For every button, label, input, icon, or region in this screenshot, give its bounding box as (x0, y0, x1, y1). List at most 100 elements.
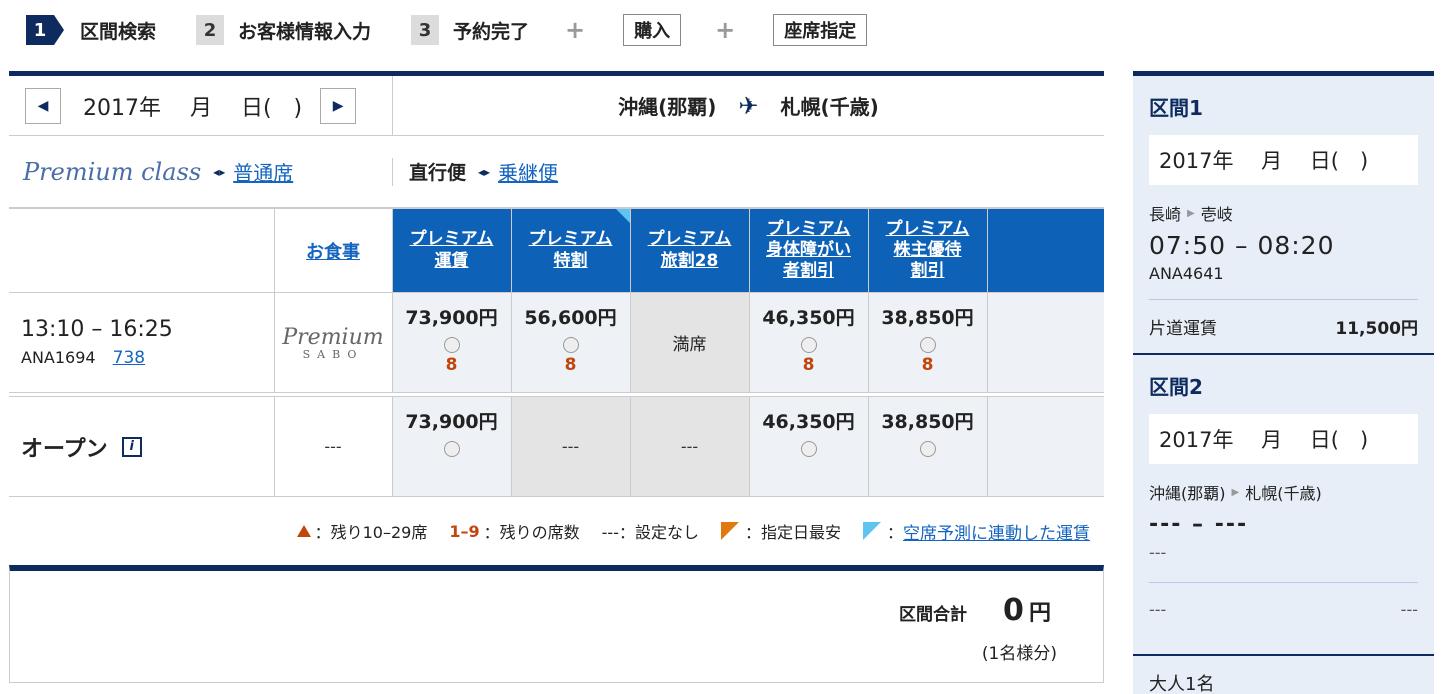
fare-radio[interactable] (919, 441, 936, 457)
step-number: 2 (196, 15, 225, 45)
fare-table-header: お食事 プレミアム 運賃 プレミアム 特割 プレミアム 旅割28 プレミアム 身体障がい… (9, 208, 1104, 293)
progress-steps: 1 区間検索 2 お客様情報入力 3 予約完了 + 購入 + 座席指定 (26, 14, 905, 46)
flight-number: ANA1694 (21, 348, 96, 367)
fare-radio[interactable] (443, 441, 460, 457)
flight-type-toggle: 直行便 ◂▸ 乗継便 (393, 157, 558, 186)
segment-date: 2017年 月 日( ) (1149, 135, 1418, 185)
seats-remaining: 8 (921, 355, 934, 375)
arrow-right-icon: ▶ (1231, 486, 1240, 498)
fare-none: --- (680, 437, 699, 456)
airplane-icon: ✈ (738, 91, 759, 120)
row-filler (986, 292, 1104, 393)
meal-link[interactable]: お食事 (306, 242, 360, 263)
total-value: 0 円 (1003, 593, 1051, 628)
fare-table: お食事 プレミアム 運賃 プレミアム 特割 プレミアム 旅割28 プレミアム 身体障がい… (9, 208, 1104, 497)
cyan-corner-icon (862, 522, 881, 540)
direct-flight-label: 直行便 (409, 162, 467, 184)
segment-fare: 片道運賃 11,500円 (1149, 299, 1418, 353)
fare-cell[interactable]: 38,850円 (867, 396, 988, 497)
next-day-button[interactable]: ▶ (320, 87, 357, 124)
legend-cheapest: ：指定日最安 (720, 519, 841, 543)
origin-airport: 沖縄(那覇) (618, 95, 717, 119)
legend-seat-count: 1–9 ：残りの席数 (449, 521, 580, 543)
step-number: 3 (411, 15, 440, 45)
fare-radio[interactable] (800, 441, 817, 457)
segment-flight: --- (1149, 543, 1167, 562)
seat-class-toggle: Premium class ◂▸ 普通席 (9, 157, 393, 186)
header-filler (986, 208, 1104, 293)
flight-number-line: ANA1694 738 (21, 348, 274, 368)
legend-not-set: ---：設定なし (601, 523, 699, 542)
regular-seat-link[interactable]: 普通席 (233, 157, 293, 186)
fare-header-premium-tokuwari[interactable]: プレミアム 特割 (510, 208, 631, 293)
step-number: 1 (26, 15, 64, 45)
seats-remaining: 8 (445, 355, 458, 375)
segment-total-box: 区間合計 0 円 (1名様分) (9, 565, 1104, 683)
fare-cell-soldout: 満席 (629, 292, 750, 393)
date-selector: ◀ 2017年 月 日( ) ▶ (9, 76, 393, 135)
segment-title: 区間1 (1149, 96, 1203, 120)
prev-day-button[interactable]: ◀ (25, 87, 61, 124)
fare-radio[interactable] (443, 337, 460, 353)
table-row: 13:10 – 16:25 ANA1694 738 Premium SABO 7… (9, 292, 1104, 393)
destination-airport: 札幌(千歳) (780, 95, 879, 119)
legend-linked: ：空席予測に連動した運賃 (862, 519, 1090, 544)
fare-header-premium[interactable]: プレミアム 運賃 (391, 208, 512, 293)
fare-radio[interactable] (800, 337, 817, 353)
step-label: 予約完了 (453, 20, 530, 43)
flight-time: 13:10 – 16:25 (21, 317, 173, 342)
aircraft-link[interactable]: 738 (113, 348, 145, 368)
fare-price: 56,600円 (524, 307, 617, 329)
total-note: (1名様分) (981, 644, 1057, 664)
fare-cell[interactable]: 73,900円 (391, 396, 512, 497)
fare-legend: ：残り10–29席 1–9 ：残りの席数 ---：設定なし ：指定日最安 ：空席予… (9, 497, 1104, 565)
premium-class-logo: Premium class (23, 157, 202, 186)
segment-fare: --- --- (1149, 582, 1418, 636)
meal-cell: Premium SABO (273, 292, 393, 393)
row-filler (986, 396, 1104, 497)
route-display: 沖縄(那覇) ✈ 札幌(千歳) (393, 76, 1104, 135)
seats-remaining: 8 (802, 355, 815, 375)
flight-info-cell: 13:10 – 16:25 ANA1694 738 (9, 292, 275, 393)
arrow-right-icon: ▶ (1187, 207, 1195, 219)
fare-cell-none: --- (510, 396, 631, 497)
total-line: 区間合計 0 円 (899, 593, 1051, 628)
segment-route: 沖縄(那覇) ▶ 札幌(千歳) (1149, 484, 1322, 503)
fare-price: 38,850円 (881, 307, 974, 329)
premium-sabo-logo: Premium SABO (282, 324, 384, 361)
fare-header-premium-shareholder[interactable]: プレミアム 株主優待 割引 (867, 208, 988, 293)
segment-2: 区間2 2017年 月 日( ) 沖縄(那覇) ▶ 札幌(千歳) --- – ---… (1133, 355, 1434, 636)
option-seat-selection: 座席指定 (773, 14, 868, 46)
segment-route: 長崎 ▶ 壱岐 (1149, 205, 1233, 224)
connecting-flight-link[interactable]: 乗継便 (498, 157, 558, 186)
open-ticket-label: オープン i (21, 431, 274, 463)
fare-price: 46,350円 (762, 411, 855, 433)
plus-icon: + (565, 16, 586, 44)
fare-cell[interactable]: 46,350円 8 (748, 292, 869, 393)
fare-header-premium-disability[interactable]: プレミアム 身体障がい 者割引 (748, 208, 869, 293)
orange-corner-icon (720, 522, 739, 540)
fare-cell[interactable]: 73,900円 8 (391, 292, 512, 393)
fare-radio[interactable] (562, 337, 579, 353)
selected-date: 2017年 月 日( ) (83, 95, 303, 121)
soldout-label: 満席 (672, 335, 707, 355)
step-complete: 3 予約完了 (411, 15, 529, 45)
fare-cell[interactable]: 56,600円 8 (510, 292, 631, 393)
triangle-icon (296, 525, 311, 537)
segment-flight: ANA4641 (1149, 264, 1224, 283)
meal-cell: --- (273, 396, 393, 497)
info-icon[interactable]: i (121, 436, 142, 457)
option-purchase: 購入 (623, 14, 682, 46)
step-search: 1 区間検索 (26, 15, 156, 45)
linked-fare-link[interactable]: 空席予測に連動した運賃 (903, 519, 1090, 544)
fare-radio[interactable] (919, 337, 936, 353)
open-ticket-cell: オープン i (9, 396, 275, 497)
step-label: 区間検索 (80, 20, 157, 43)
fare-none: --- (561, 437, 580, 456)
fare-price: 73,900円 (405, 307, 498, 329)
fare-header-premium-tabiwari28[interactable]: プレミアム 旅割28 (629, 208, 750, 293)
plus-icon: + (715, 16, 736, 44)
fare-cell[interactable]: 46,350円 (748, 396, 869, 497)
fare-cell[interactable]: 38,850円 8 (867, 292, 988, 393)
segment-time: 07:50 – 08:20 (1149, 231, 1335, 260)
